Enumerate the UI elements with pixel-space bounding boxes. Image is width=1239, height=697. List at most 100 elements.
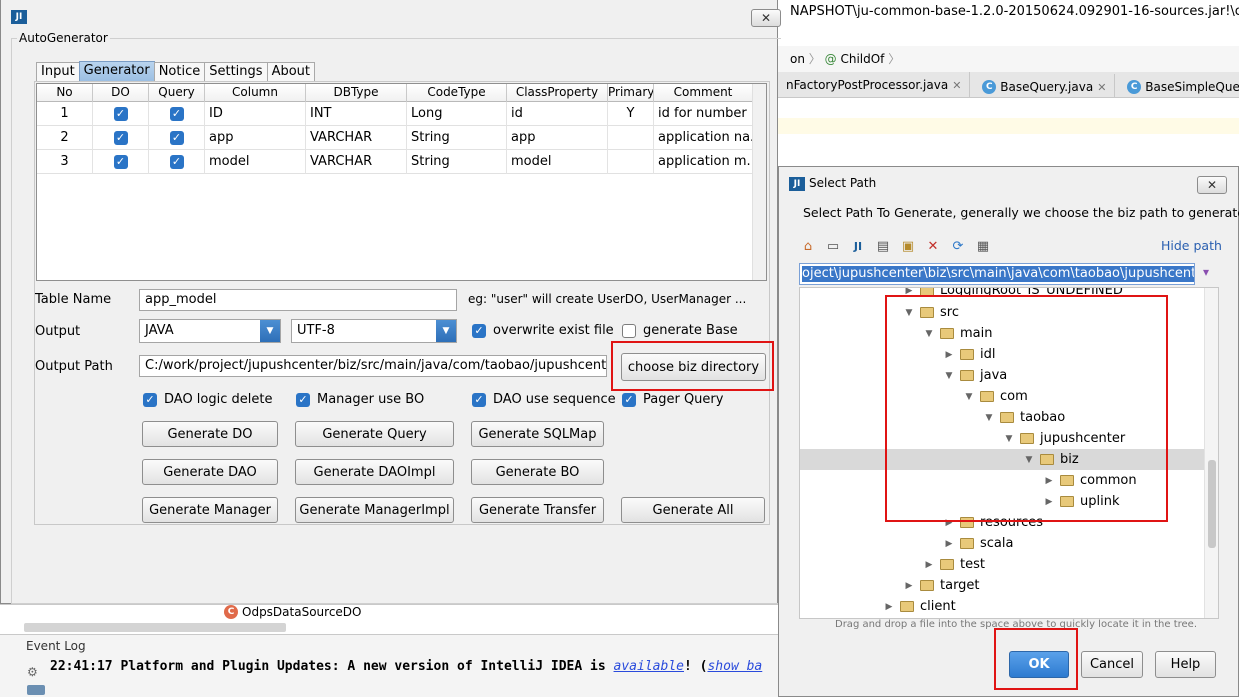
checkbox-unchecked[interactable]: [622, 323, 636, 338]
project-tree-fragment: C OdpsDataSourceDO: [0, 604, 778, 634]
editor-tab[interactable]: C BaseQuery.java ✕: [974, 74, 1116, 97]
table-row[interactable]: 3 ✓ ✓ model VARCHAR String model applica…: [37, 150, 753, 174]
tab-input[interactable]: Input: [36, 62, 80, 81]
tab-about[interactable]: About: [266, 62, 315, 81]
generate-transfer-button[interactable]: Generate Transfer: [471, 497, 604, 523]
wrench-icon[interactable]: ⚙: [27, 665, 45, 679]
folder-icon: [960, 538, 974, 549]
breadcrumb-item[interactable]: on: [790, 52, 805, 66]
generate-daoimpl-button[interactable]: Generate DAOImpl: [295, 459, 454, 485]
query-checkbox[interactable]: ✓: [169, 106, 184, 121]
column-header[interactable]: Comment: [654, 84, 753, 102]
column-header[interactable]: Column: [205, 84, 306, 102]
table-name-input[interactable]: app_model: [139, 289, 457, 311]
checkbox-checked[interactable]: ✓: [472, 323, 486, 338]
column-header[interactable]: ClassProperty: [507, 84, 608, 102]
history-icon[interactable]: ▾: [1203, 265, 1209, 279]
group-label: AutoGenerator: [17, 31, 110, 45]
project-icon[interactable]: JI: [849, 238, 867, 254]
show-hidden-icon[interactable]: ▦: [974, 238, 992, 254]
checkbox-checked[interactable]: ✓: [296, 392, 310, 407]
cancel-button[interactable]: Cancel: [1081, 651, 1143, 678]
refresh-icon[interactable]: ⟳: [949, 238, 967, 254]
dao-logic-delete-checkbox[interactable]: ✓ DAO logic delete: [143, 392, 272, 407]
generate-manager-button[interactable]: Generate Manager: [142, 497, 278, 523]
generate-sqlmap-button[interactable]: Generate SQLMap: [471, 421, 604, 447]
generate-base-checkbox[interactable]: generate Base: [622, 323, 738, 338]
tab-notice[interactable]: Notice: [153, 62, 206, 81]
checkbox-checked[interactable]: ✓: [143, 392, 157, 407]
intellij-icon: JI: [789, 177, 805, 191]
close-icon[interactable]: ✕: [1097, 81, 1106, 94]
checkbox-checked[interactable]: ✓: [622, 392, 636, 407]
ide-window-title: NAPSHOT\ju-common-base-1.2.0-20150624.09…: [778, 0, 1239, 24]
horizontal-scrollbar[interactable]: [24, 623, 286, 632]
log-icon[interactable]: [27, 685, 45, 695]
dao-use-sequence-checkbox[interactable]: ✓ DAO use sequence: [472, 392, 616, 407]
editor-tab[interactable]: nFactoryPostProcessor.java ✕: [778, 72, 971, 97]
available-link[interactable]: available: [614, 659, 684, 674]
column-header[interactable]: Primary: [608, 84, 654, 102]
tree-scrollbar[interactable]: [1204, 288, 1218, 618]
column-header[interactable]: DBType: [306, 84, 407, 102]
generate-all-button[interactable]: Generate All: [621, 497, 765, 523]
table-scrollbar[interactable]: [752, 84, 766, 280]
tab-strip: Input Generator Notice Settings About: [36, 61, 315, 81]
close-button[interactable]: ✕: [1197, 176, 1227, 194]
checkbox-checked[interactable]: ✓: [472, 392, 486, 407]
generate-bo-button[interactable]: Generate BO: [471, 459, 604, 485]
column-header[interactable]: CodeType: [407, 84, 507, 102]
encoding-select[interactable]: UTF-8 ▼: [291, 319, 457, 343]
breadcrumb-item[interactable]: ChildOf: [840, 52, 884, 66]
tab-settings[interactable]: Settings: [204, 62, 268, 81]
table-row[interactable]: 1 ✓ ✓ ID INT Long id Y id for number: [37, 102, 753, 126]
tree-item[interactable]: C OdpsDataSourceDO: [224, 605, 361, 619]
path-input[interactable]: oject\jupushcenter\biz\src\main\java\com…: [799, 263, 1195, 285]
home-icon[interactable]: ⌂: [799, 238, 817, 254]
close-button[interactable]: ✕: [751, 9, 781, 27]
help-button[interactable]: Help: [1155, 651, 1216, 678]
delete-icon[interactable]: ✕: [924, 238, 942, 254]
column-header[interactable]: Query: [149, 84, 205, 102]
tree-node[interactable]: ▶ client: [884, 596, 956, 617]
editor-tabs: nFactoryPostProcessor.java ✕ C BaseQuery.j…: [778, 72, 1239, 98]
generate-do-button[interactable]: Generate DO: [142, 421, 278, 447]
module-icon[interactable]: ▤: [874, 238, 892, 254]
output-language-select[interactable]: JAVA ▼: [139, 319, 281, 343]
do-checkbox[interactable]: ✓: [113, 106, 128, 121]
query-checkbox[interactable]: ✓: [169, 154, 184, 169]
output-label: Output: [35, 324, 81, 339]
output-path-label: Output Path: [35, 359, 113, 374]
close-icon[interactable]: ✕: [952, 79, 961, 92]
generate-query-button[interactable]: Generate Query: [295, 421, 454, 447]
table-row[interactable]: 2 ✓ ✓ app VARCHAR String app application…: [37, 126, 753, 150]
column-header[interactable]: DO: [93, 84, 149, 102]
editor-tab[interactable]: CBaseSimpleQuery: [1119, 74, 1239, 97]
desktop-icon[interactable]: ▭: [824, 238, 842, 254]
overwrite-checkbox[interactable]: ✓ overwrite exist file: [472, 323, 614, 338]
tree-node[interactable]: ▶ scala: [944, 533, 1014, 554]
code-editor[interactable]: [778, 98, 1239, 168]
tree-node[interactable]: ▶ target: [904, 575, 980, 596]
tab-generator[interactable]: Generator: [78, 61, 155, 81]
do-checkbox[interactable]: ✓: [113, 154, 128, 169]
expand-icon: ▶: [905, 580, 913, 591]
pager-query-checkbox[interactable]: ✓ Pager Query: [622, 392, 723, 407]
generate-dao-button[interactable]: Generate DAO: [142, 459, 278, 485]
folder-icon: [900, 601, 914, 612]
new-folder-icon[interactable]: ▣: [899, 238, 917, 254]
class-icon: C: [224, 605, 238, 619]
hide-path-link[interactable]: Hide path: [1161, 238, 1222, 253]
generate-managerimpl-button[interactable]: Generate ManagerImpl: [295, 497, 454, 523]
tree-node[interactable]: ▶ test: [924, 554, 985, 575]
select-path-dialog: JI Select Path ✕ Select Path To Generate…: [778, 166, 1239, 697]
column-header[interactable]: No: [37, 84, 93, 102]
manager-use-bo-checkbox[interactable]: ✓ Manager use BO: [296, 392, 424, 407]
query-checkbox[interactable]: ✓: [169, 130, 184, 145]
dialog-description: Select Path To Generate, generally we ch…: [803, 205, 1239, 220]
show-balloon-link[interactable]: show ba: [707, 659, 762, 674]
table-header: No DO Query Column DBType CodeType Class…: [37, 84, 753, 102]
do-checkbox[interactable]: ✓: [113, 130, 128, 145]
annotation-icon: @: [824, 52, 837, 66]
output-path-input[interactable]: C:/work/project/jupushcenter/biz/src/mai…: [139, 355, 607, 377]
